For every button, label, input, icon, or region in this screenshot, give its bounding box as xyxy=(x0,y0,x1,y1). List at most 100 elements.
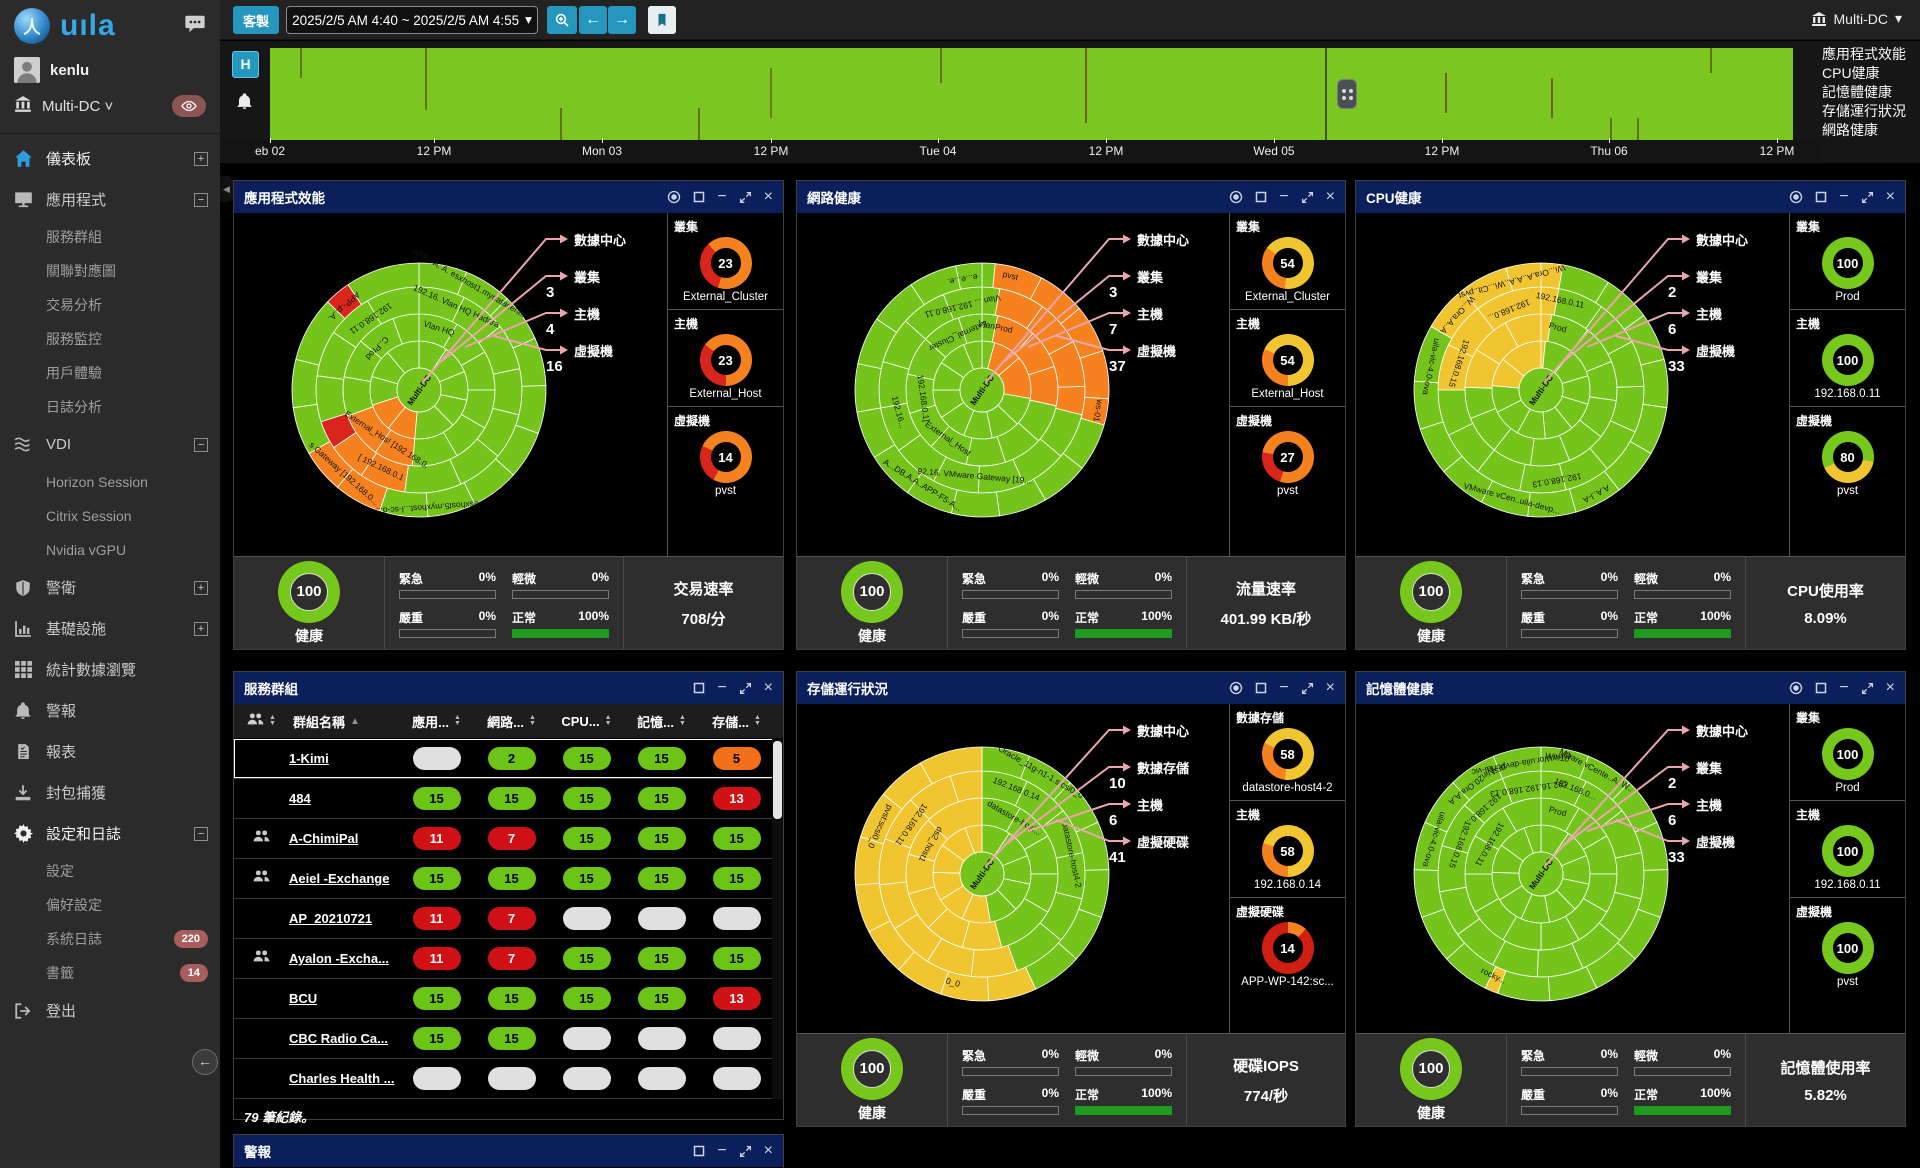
customize-button[interactable]: 客製 xyxy=(233,6,279,34)
sidebar-item-交易分析[interactable]: 交易分析 xyxy=(0,288,220,322)
close-icon[interactable]: × xyxy=(764,1142,773,1160)
sidebar-item-封包捕獲[interactable]: 封包捕獲 xyxy=(0,772,220,813)
column-header[interactable]: 記憶...▲▼ xyxy=(624,704,699,738)
bookmark-button[interactable] xyxy=(648,6,676,34)
user-row[interactable]: kenlu xyxy=(0,52,220,88)
group-name-link[interactable]: 1-Kimi xyxy=(289,751,399,766)
sidebar-item-Horizon-Session[interactable]: Horizon Session xyxy=(0,465,220,499)
column-header-members[interactable]: ▲▼ xyxy=(234,704,289,738)
collapse-icon[interactable]: − xyxy=(194,193,208,207)
column-header[interactable]: 網路...▲▼ xyxy=(474,704,549,738)
sunburst-chart[interactable]: Multi-DCAPP-. A. A. esxhost1.mydatacente… xyxy=(234,213,664,558)
group-name-link[interactable]: Aeiel -Exchange xyxy=(289,871,399,886)
close-icon[interactable]: × xyxy=(764,188,773,206)
minimize-icon[interactable]: − xyxy=(717,188,726,206)
select-window-icon[interactable] xyxy=(1815,191,1827,203)
table-row[interactable]: Ayalon -Excha...117151515 xyxy=(234,939,783,979)
datacenter-row[interactable]: Multi-DC ˅ xyxy=(0,88,220,124)
focus-target-icon[interactable] xyxy=(1229,681,1243,695)
minimize-icon[interactable]: − xyxy=(1839,188,1848,206)
focus-target-icon[interactable] xyxy=(667,190,681,204)
select-window-icon[interactable] xyxy=(693,682,705,694)
minimize-icon[interactable]: − xyxy=(1279,679,1288,697)
table-row[interactable]: A-ChimiPal117151515 xyxy=(234,819,783,859)
collapse-icon[interactable]: − xyxy=(194,438,208,452)
table-row[interactable]: Aeiel -Exchange1515151515 xyxy=(234,859,783,899)
step-forward-button[interactable]: → xyxy=(608,6,636,34)
sidebar-item-書籤[interactable]: 書籤14 xyxy=(0,956,220,990)
close-icon[interactable]: × xyxy=(764,679,773,697)
minimize-icon[interactable]: − xyxy=(717,1142,726,1160)
sidebar-item-警衛[interactable]: 警衛+ xyxy=(0,567,220,608)
table-row[interactable]: CBC Radio Ca...1515 xyxy=(234,1019,783,1059)
select-window-icon[interactable] xyxy=(693,1145,705,1157)
sidebar-item-服務群組[interactable]: 服務群組 xyxy=(0,220,220,254)
sunburst-chart[interactable]: Multi-DCpvste...e...e.Vlan ... 192.168.0… xyxy=(797,213,1227,558)
close-icon[interactable]: × xyxy=(1326,679,1335,697)
select-window-icon[interactable] xyxy=(1815,682,1827,694)
close-icon[interactable]: × xyxy=(1886,679,1895,697)
maximize-icon[interactable] xyxy=(1861,682,1874,695)
sidebar-item-日誌分析[interactable]: 日誌分析 xyxy=(0,390,220,424)
select-window-icon[interactable] xyxy=(1255,191,1267,203)
collapse-icon[interactable]: − xyxy=(194,827,208,841)
column-header[interactable]: 應用...▲▼ xyxy=(399,704,474,738)
sidebar-item-VDI[interactable]: VDI− xyxy=(0,424,220,465)
column-header[interactable]: 群組名稱▲ xyxy=(289,704,399,738)
focus-target-icon[interactable] xyxy=(1789,681,1803,695)
sidebar-item-偏好設定[interactable]: 偏好設定 xyxy=(0,888,220,922)
sidebar-item-登出[interactable]: 登出 xyxy=(0,990,220,1031)
maximize-icon[interactable] xyxy=(739,682,752,695)
maximize-icon[interactable] xyxy=(1301,191,1314,204)
table-row[interactable]: 4841515151513 xyxy=(234,779,783,819)
table-row[interactable]: Charles Health ... xyxy=(234,1059,783,1099)
column-header[interactable]: CPU...▲▼ xyxy=(549,704,624,738)
sunburst-chart[interactable]: Multi-DCOracle_11g-n1-1.s:csi0_0192.168.… xyxy=(797,704,1227,1035)
maximize-icon[interactable] xyxy=(739,1145,752,1158)
table-scrollbar[interactable] xyxy=(772,739,783,1099)
scrollbar-thumb[interactable] xyxy=(773,741,782,819)
maximize-icon[interactable] xyxy=(1301,682,1314,695)
close-icon[interactable]: × xyxy=(1326,188,1335,206)
chat-icon[interactable] xyxy=(184,13,206,40)
sidebar-item-Citrix-Session[interactable]: Citrix Session xyxy=(0,499,220,533)
group-name-link[interactable]: 484 xyxy=(289,791,399,806)
group-name-link[interactable]: BCU xyxy=(289,991,399,1006)
sunburst-chart[interactable]: Multi-DCCitrixWor.uila-devportal-vicMwar… xyxy=(1356,704,1786,1035)
health-timeline-band[interactable] xyxy=(270,48,1793,140)
sidebar-item-基礎設施[interactable]: 基礎設施+ xyxy=(0,608,220,649)
minimize-icon[interactable]: − xyxy=(717,679,726,697)
close-icon[interactable]: × xyxy=(1886,188,1895,206)
focus-target-icon[interactable] xyxy=(1229,190,1243,204)
timeline-history-button[interactable]: H xyxy=(232,51,259,78)
sidebar-item-系統日誌[interactable]: 系統日誌220 xyxy=(0,922,220,956)
sidebar-item-Nvidia-vGPU[interactable]: Nvidia vGPU xyxy=(0,533,220,567)
sidebar-item-儀表板[interactable]: 儀表板+ xyxy=(0,138,220,179)
topbar-datacenter-select[interactable]: Multi-DC ▾ xyxy=(1811,10,1902,27)
group-name-link[interactable]: Ayalon -Excha... xyxy=(289,951,399,966)
sidebar-item-警報[interactable]: 警報 xyxy=(0,690,220,731)
sidebar-item-報表[interactable]: 報表 xyxy=(0,731,220,772)
minimize-icon[interactable]: − xyxy=(1839,679,1848,697)
sidebar-collapse-button[interactable]: ← xyxy=(192,1049,218,1075)
sidebar-item-關聯對應圖[interactable]: 關聯對應圖 xyxy=(0,254,220,288)
sunburst-chart[interactable]: Multi-DCWi...Ora.A..A.A..Wi...Cit..pvst1… xyxy=(1356,213,1786,558)
visibility-toggle[interactable] xyxy=(172,95,206,117)
step-back-button[interactable]: ← xyxy=(579,6,607,34)
sidebar-item-用戶體驗[interactable]: 用戶體驗 xyxy=(0,356,220,390)
expand-icon[interactable]: + xyxy=(194,622,208,636)
group-name-link[interactable]: Charles Health ... xyxy=(289,1071,399,1086)
focus-target-icon[interactable] xyxy=(1789,190,1803,204)
column-header[interactable]: 存儲...▲▼ xyxy=(699,704,774,738)
date-range-select[interactable]: 2025/2/5 AM 4:40 ~ 2025/2/5 AM 4:55▾ xyxy=(286,6,538,34)
group-name-link[interactable]: CBC Radio Ca... xyxy=(289,1031,399,1046)
sidebar-edge-collapse-tab[interactable]: ◀ xyxy=(220,176,233,202)
maximize-icon[interactable] xyxy=(1861,191,1874,204)
group-name-link[interactable]: AP_20210721 xyxy=(289,911,399,926)
expand-icon[interactable]: + xyxy=(194,152,208,166)
expand-icon[interactable]: + xyxy=(194,581,208,595)
sidebar-item-服務監控[interactable]: 服務監控 xyxy=(0,322,220,356)
minimize-icon[interactable]: − xyxy=(1279,188,1288,206)
sidebar-item-設定和日誌[interactable]: 設定和日誌− xyxy=(0,813,220,854)
select-window-icon[interactable] xyxy=(693,191,705,203)
